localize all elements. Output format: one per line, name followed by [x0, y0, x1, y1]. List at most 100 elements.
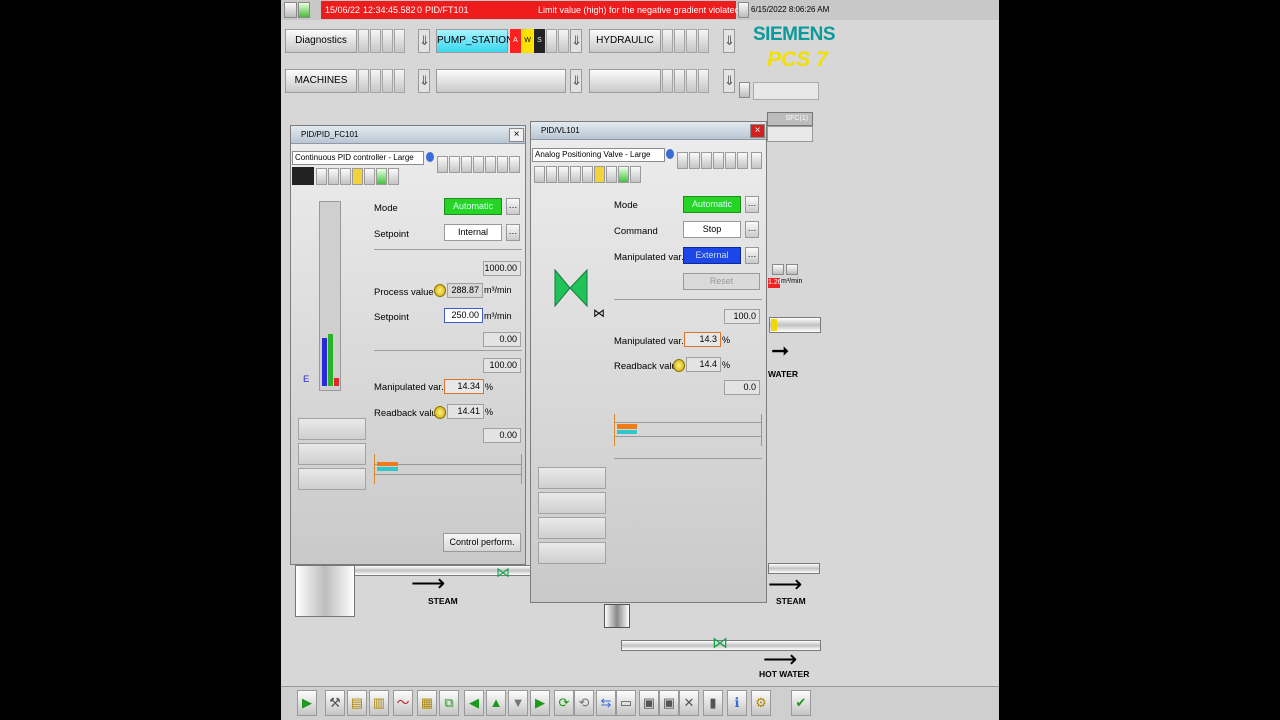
control-performance-button[interactable]: Control perform. [443, 533, 521, 552]
pid-faceplate-titlebar[interactable]: PID/PID_FC101 [291, 126, 525, 144]
valve-close-icon[interactable]: × [750, 124, 765, 138]
spare-button[interactable] [538, 517, 606, 539]
window-icon[interactable]: ▣ [639, 690, 659, 716]
alarm-status-indicator[interactable]: A [510, 29, 521, 53]
redo-icon[interactable]: ⟲ [574, 690, 594, 716]
tools-icon[interactable]: ⚒ [325, 690, 345, 716]
info-icon[interactable]: ℹ [727, 690, 747, 716]
simulation-icon[interactable] [292, 167, 314, 185]
help-icon[interactable] [426, 152, 434, 162]
flow-sensor-icon[interactable] [772, 264, 784, 275]
mv-external-button[interactable]: External [683, 247, 741, 264]
alarm-view-icon[interactable] [473, 156, 484, 173]
warning-status-indicator[interactable]: W [522, 29, 533, 53]
arrow-up-icon[interactable]: ▲ [486, 690, 506, 716]
batch-icon[interactable] [725, 152, 736, 169]
acknowledge-all-icon[interactable]: ✔ [791, 690, 811, 716]
manipulated-var-value[interactable]: 14.34 [444, 379, 484, 394]
picture-back-icon[interactable]: ⇆ [596, 690, 616, 716]
print-icon[interactable] [497, 156, 508, 173]
loop-display-icon[interactable] [437, 156, 448, 173]
spare-button[interactable] [298, 418, 366, 440]
reset-button[interactable]: Reset [683, 273, 760, 290]
picture-tree-icon[interactable]: ⧉ [439, 690, 459, 716]
area-down-arrow-icon[interactable]: ⇓ [723, 29, 735, 53]
spare-button[interactable] [298, 443, 366, 465]
alarm-ack-icon[interactable] [738, 2, 749, 18]
flow-value-badge[interactable]: 1.26 [768, 278, 782, 288]
hand-icon[interactable] [388, 168, 399, 185]
lock-icon[interactable] [594, 166, 605, 183]
lock-icon[interactable] [352, 168, 363, 185]
pid-close-icon[interactable]: × [509, 128, 524, 142]
more-icon[interactable] [509, 156, 520, 173]
alarm-list-icon[interactable] [284, 2, 297, 18]
spare-button[interactable] [538, 542, 606, 564]
check-icon[interactable] [618, 166, 629, 183]
report-icon[interactable]: ▦ [417, 690, 437, 716]
setpoint-internal-button[interactable]: Internal [444, 224, 502, 241]
key-icon[interactable] [739, 82, 750, 98]
document-icon[interactable]: ▥ [369, 690, 389, 716]
valve-mode-more-button[interactable]: … [745, 196, 759, 213]
batch-icon[interactable] [485, 156, 496, 173]
area-down-arrow-icon[interactable]: ⇓ [418, 69, 430, 93]
spare-button[interactable] [538, 492, 606, 514]
print-icon[interactable] [737, 152, 748, 169]
picture-store-icon[interactable]: ▭ [616, 690, 636, 716]
valve-mode-automatic-button[interactable]: Automatic [683, 196, 741, 213]
valve-mv-value[interactable]: 14.3 [684, 332, 721, 347]
area-slot [546, 29, 557, 53]
loop-display-icon[interactable] [677, 152, 688, 169]
valve-faceplate-titlebar[interactable]: PID/VL101 [531, 122, 766, 140]
arrow-right-icon[interactable]: ▶ [530, 690, 550, 716]
mode-more-button[interactable]: … [506, 198, 520, 215]
setpoint-more-button[interactable]: … [506, 224, 520, 241]
alarm-view-icon[interactable] [713, 152, 724, 169]
arrow-down-icon[interactable]: ▼ [508, 690, 528, 716]
area-down-arrow-icon[interactable]: ⇓ [418, 29, 430, 53]
area-down-arrow-icon[interactable]: ⇓ [570, 69, 582, 93]
mode-automatic-button[interactable]: Automatic [444, 198, 502, 215]
window-icon[interactable]: ▣ [659, 690, 679, 716]
loop-icon[interactable]: ⚙ [751, 690, 771, 716]
area-down-arrow-icon[interactable]: ⇓ [723, 69, 735, 93]
spare-button[interactable] [538, 467, 606, 489]
spare-button[interactable] [298, 468, 366, 490]
valve-view-selector[interactable]: Analog Positioning Valve - Large [532, 148, 665, 162]
help-icon[interactable] [666, 149, 674, 159]
arrow-left-icon[interactable]: ◀ [464, 690, 484, 716]
flow-sensor-icon[interactable] [786, 264, 798, 275]
area-down-arrow-icon[interactable]: ⇓ [570, 29, 582, 53]
more-icon[interactable] [751, 152, 762, 169]
login-field[interactable] [753, 82, 819, 100]
hand-icon[interactable] [630, 166, 641, 183]
play-icon[interactable]: ▶ [297, 690, 317, 716]
folder-icon[interactable]: ▤ [347, 690, 367, 716]
sfc-block[interactable]: SFC(1) [767, 112, 813, 126]
trend-icon[interactable] [701, 152, 712, 169]
faceplate-icon[interactable] [689, 152, 700, 169]
trend-icon[interactable] [461, 156, 472, 173]
refresh-icon[interactable]: ⟳ [554, 690, 574, 716]
faceplate-icon[interactable] [449, 156, 460, 173]
steam-valve-icon[interactable]: ⋈ [496, 565, 510, 579]
pump-icon[interactable] [604, 604, 630, 628]
mv-source-more-button[interactable]: … [745, 247, 759, 264]
message-status-indicator[interactable]: S [534, 29, 545, 53]
setpoint-input[interactable]: 250.00 [444, 308, 483, 323]
area-machines-button[interactable]: MACHINES [285, 69, 357, 93]
acknowledge-icon[interactable] [298, 2, 310, 18]
close-windows-icon[interactable]: ✕ [679, 690, 699, 716]
area-hydraulic-button[interactable]: HYDRAULIC [589, 29, 661, 53]
area-diagnostics-button[interactable]: Diagnostics [285, 29, 357, 53]
alarm-message-bar[interactable]: 15/06/22 12:34:45.582 0 PID/FT101 Limit … [321, 1, 740, 19]
area-pump-station-button[interactable]: PUMP_STATION [436, 29, 513, 53]
command-stop-button[interactable]: Stop [683, 221, 741, 238]
trash-icon[interactable]: ▮ [703, 690, 723, 716]
trend-curve-icon[interactable]: 〜 [393, 690, 413, 716]
hot-water-valve-icon[interactable]: ⋈ [712, 636, 730, 652]
command-more-button[interactable]: … [745, 221, 759, 238]
pid-view-selector[interactable]: Continuous PID controller - Large [292, 151, 424, 165]
check-icon[interactable] [376, 168, 387, 185]
